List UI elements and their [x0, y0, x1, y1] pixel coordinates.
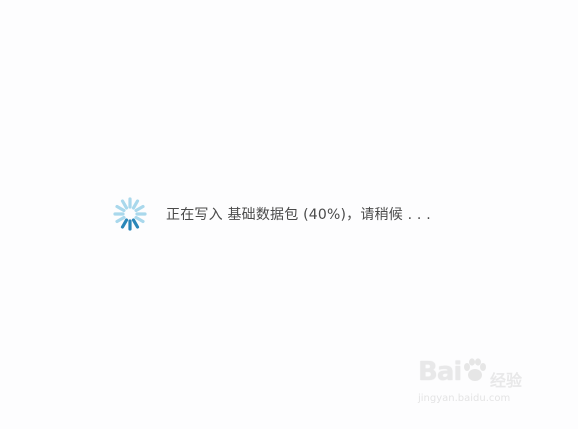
baidu-jingyan-watermark: Bai 经验 jingyan.baidu.com [418, 357, 548, 415]
spinner-ray [131, 199, 140, 210]
spinner-ray [134, 204, 145, 213]
paw-icon [464, 358, 487, 381]
watermark-url: jingyan.baidu.com [418, 393, 511, 404]
loading-spinner-icon [113, 197, 147, 231]
spinner-ray [134, 215, 145, 224]
watermark-logo: Bai [418, 357, 487, 387]
watermark-jingyan-text: 经验 [490, 371, 523, 390]
installer-screen: 正在写入 基础数据包 (40%)，请稍候 . . . Bai 经验 jingya… [0, 0, 578, 429]
spinner-ray [120, 218, 129, 229]
loading-status-row: 正在写入 基础数据包 (40%)，请稍候 . . . [112, 196, 431, 232]
spinner-ray [115, 215, 126, 224]
watermark-logo-text: Bai [418, 357, 462, 387]
status-message: 正在写入 基础数据包 (40%)，请稍候 . . . [166, 207, 431, 223]
spinner-ray [120, 199, 129, 210]
spinner-ray [115, 204, 126, 213]
spinner-ray [131, 218, 140, 229]
